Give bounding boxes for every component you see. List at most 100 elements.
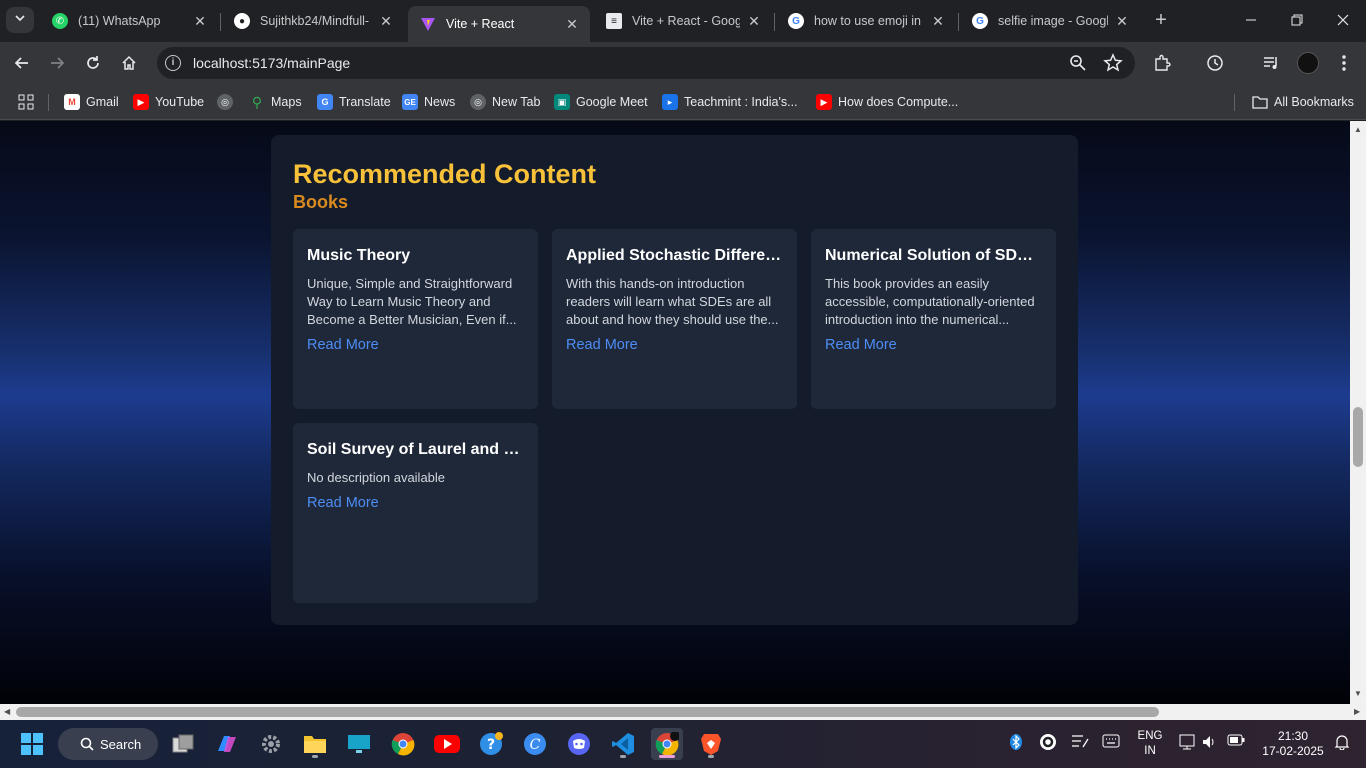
recommended-content-panel: Recommended Content Books Music Theory U…: [271, 135, 1078, 625]
restore-button[interactable]: [1274, 0, 1320, 40]
tab-emoji-search[interactable]: G how to use emoji in l ✕: [776, 6, 956, 36]
bookmark-star-icon[interactable]: [1103, 53, 1123, 78]
bookmark-google-meet[interactable]: ▣ Google Meet: [554, 93, 648, 111]
windows-taskbar: Search ? C ENG IN 21:30 17-02-2025: [0, 720, 1366, 768]
reload-button[interactable]: [80, 50, 106, 76]
network-icon[interactable]: [1179, 734, 1197, 753]
bookmark-translate[interactable]: G Translate: [317, 93, 391, 111]
bookmark-news[interactable]: GE News: [402, 93, 455, 111]
system-clock[interactable]: 21:30 17-02-2025: [1258, 729, 1328, 759]
read-more-link[interactable]: Read More: [307, 495, 524, 511]
bookmark-maps[interactable]: ⚲ Maps: [249, 93, 302, 111]
close-tab-icon[interactable]: ✕: [192, 13, 208, 30]
discord-icon[interactable]: [563, 728, 595, 760]
address-bar[interactable]: i localhost:5173/mainPage: [157, 47, 1135, 79]
close-window-button[interactable]: [1320, 0, 1366, 40]
scroll-up-icon[interactable]: ▲: [1354, 125, 1362, 134]
profile-avatar[interactable]: [1297, 52, 1319, 74]
bluetooth-icon[interactable]: [1010, 734, 1022, 753]
monitor-app-icon[interactable]: [343, 728, 375, 760]
apps-grid-icon[interactable]: [18, 93, 34, 111]
vertical-scrollbar[interactable]: ▲ ▼: [1350, 121, 1366, 704]
read-more-link[interactable]: Read More: [307, 337, 524, 353]
google-icon: G: [972, 13, 988, 29]
home-button[interactable]: [116, 50, 142, 76]
start-button[interactable]: [16, 728, 48, 760]
bookmarks-bar: M Gmail ▶ YouTube ◎ ⚲ Maps G Translate G…: [0, 84, 1366, 120]
youtube-app-icon[interactable]: [431, 728, 463, 760]
translate-icon: G: [317, 94, 333, 110]
whatsapp-icon: ✆: [52, 13, 68, 29]
scroll-left-icon[interactable]: ◀: [4, 707, 10, 716]
media-control-icon[interactable]: [1260, 52, 1282, 74]
vscode-icon[interactable]: [607, 728, 639, 760]
horizontal-scroll-thumb[interactable]: [16, 707, 1159, 717]
pen-menu-icon[interactable]: [1071, 734, 1089, 753]
battery-icon[interactable]: [1227, 734, 1245, 749]
read-more-link[interactable]: Read More: [566, 337, 783, 353]
vertical-scroll-thumb[interactable]: [1353, 407, 1363, 467]
book-card: Music Theory Unique, Simple and Straight…: [293, 229, 538, 409]
new-tab-button[interactable]: +: [1150, 9, 1172, 31]
read-more-link[interactable]: Read More: [825, 337, 1042, 353]
bookmark-teachmint[interactable]: ▸ Teachmint : India's...: [662, 93, 798, 111]
close-tab-icon[interactable]: ✕: [1114, 13, 1130, 30]
bookmark-new-tab[interactable]: ◎ New Tab: [470, 93, 540, 111]
tab-selfie-search[interactable]: G selfie image - Google ✕: [960, 6, 1140, 36]
teachmint-icon: ▸: [662, 94, 678, 110]
youtube-icon: ▶: [133, 94, 149, 110]
news-icon: GE: [402, 94, 418, 110]
extensions-icon[interactable]: [1151, 52, 1173, 74]
section-subtitle: Books: [293, 192, 349, 212]
canva-icon[interactable]: C: [519, 728, 551, 760]
close-tab-icon[interactable]: ✕: [746, 13, 762, 30]
horizontal-scrollbar[interactable]: ◀ ▶: [0, 704, 1366, 720]
scroll-right-icon[interactable]: ▶: [1354, 707, 1360, 716]
url-text[interactable]: localhost:5173/mainPage: [193, 55, 350, 71]
all-bookmarks-button[interactable]: All Bookmarks: [1252, 93, 1354, 111]
bookmark-how-does-compute[interactable]: ▶ How does Compute...: [816, 93, 958, 111]
tab-whatsapp[interactable]: ✆ (11) WhatsApp ✕: [40, 6, 218, 36]
history-icon[interactable]: [1204, 52, 1226, 74]
help-app-icon[interactable]: ?: [475, 728, 507, 760]
file-explorer-icon[interactable]: [299, 728, 331, 760]
brave-icon[interactable]: [695, 728, 727, 760]
notification-bell-icon[interactable]: [1334, 734, 1350, 753]
tab-search-button[interactable]: [6, 7, 34, 33]
bookmark-globe[interactable]: ◎: [217, 93, 239, 111]
settings-gear-icon[interactable]: [255, 728, 287, 760]
bookmark-gmail[interactable]: M Gmail: [64, 93, 119, 111]
close-tab-icon[interactable]: ✕: [930, 13, 946, 30]
book-description: This book provides an easily accessible,…: [825, 276, 1035, 327]
back-button[interactable]: [9, 50, 35, 76]
docs-icon: ≡: [606, 13, 622, 29]
tab-vite-react-google[interactable]: ≡ Vite + React - Google ✕: [594, 6, 772, 36]
minimize-button[interactable]: [1228, 0, 1274, 40]
tab-title: how to use emoji in l: [814, 14, 924, 28]
chrome-icon[interactable]: [387, 728, 419, 760]
sync-app-icon[interactable]: [1039, 733, 1057, 754]
tab-github[interactable]: ● Sujithkb24/Mindfull- ✕: [222, 6, 404, 36]
close-tab-icon[interactable]: ✕: [564, 16, 580, 33]
home-icon: [122, 55, 136, 70]
site-info-icon[interactable]: i: [165, 55, 181, 71]
google-icon: G: [788, 13, 804, 29]
taskbar-search[interactable]: Search: [58, 728, 158, 760]
task-view-icon[interactable]: [167, 728, 199, 760]
page-title: Recommended Content: [293, 159, 597, 189]
chevron-down-icon: [14, 11, 26, 29]
bookmark-youtube[interactable]: ▶ YouTube: [133, 93, 204, 111]
language-indicator[interactable]: ENG IN: [1134, 729, 1166, 759]
chrome-active-icon[interactable]: [651, 728, 683, 760]
close-tab-icon[interactable]: ✕: [378, 13, 394, 30]
menu-kebab-icon[interactable]: [1333, 52, 1355, 74]
keyboard-icon[interactable]: [1102, 734, 1120, 751]
tab-vite-react-active[interactable]: Vite + React ✕: [408, 6, 590, 42]
zoom-icon[interactable]: [1069, 54, 1087, 77]
forward-button[interactable]: [44, 50, 70, 76]
tab-title: selfie image - Google: [998, 14, 1108, 28]
copilot-icon[interactable]: [211, 728, 243, 760]
youtube-icon: ▶: [816, 94, 832, 110]
volume-icon[interactable]: [1202, 734, 1218, 753]
scroll-down-icon[interactable]: ▼: [1354, 689, 1362, 698]
